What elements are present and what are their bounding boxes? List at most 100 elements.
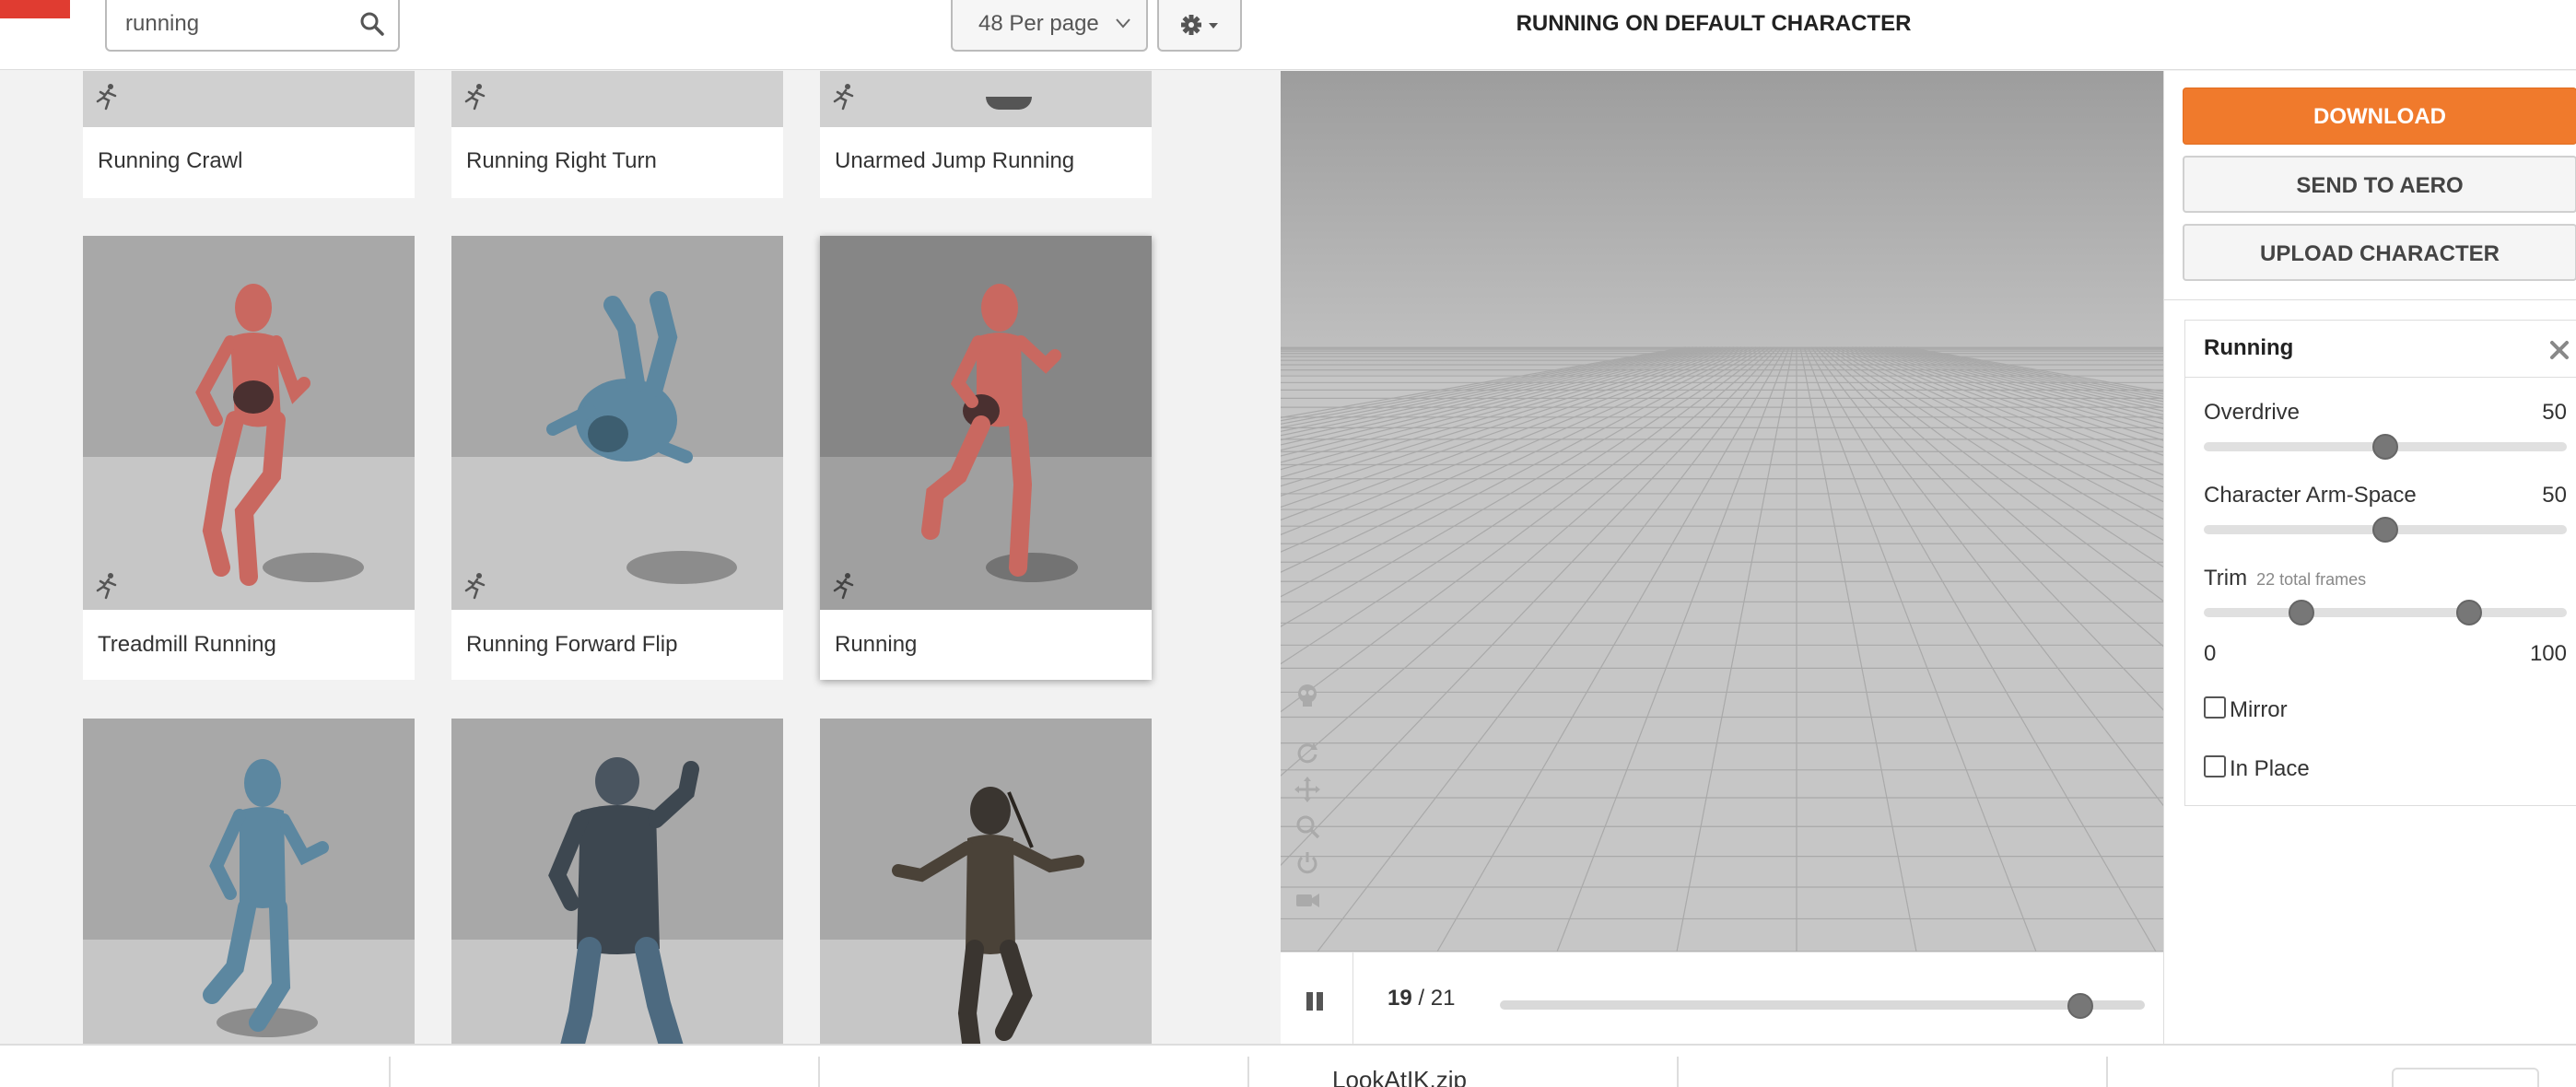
download-divider: [389, 1057, 391, 1087]
animation-card[interactable]: [83, 719, 415, 1044]
search-input[interactable]: [125, 7, 346, 41]
card-label: Running Forward Flip: [466, 632, 678, 657]
running-icon: [96, 84, 117, 111]
search-icon[interactable]: [359, 11, 385, 37]
card-thumbnail: [820, 71, 1152, 127]
total-frames: 21: [1430, 986, 1456, 1011]
camera-icon[interactable]: [1294, 886, 1321, 914]
card-label: Treadmill Running: [98, 632, 276, 657]
mirror-checkbox[interactable]: Mirror: [2204, 696, 2288, 723]
gear-icon: [1181, 15, 1218, 35]
mirror-label: Mirror: [2230, 697, 2288, 722]
timeline-scrubber[interactable]: [1500, 993, 2145, 1019]
card-thumbnail: [451, 719, 783, 1044]
download-divider: [1247, 1057, 1249, 1087]
running-icon: [464, 84, 486, 111]
download-divider: [1677, 1057, 1679, 1087]
close-icon[interactable]: [2548, 339, 2570, 361]
animation-card[interactable]: Running Forward Flip: [451, 236, 783, 680]
download-file-name[interactable]: LookAtIK.zip: [1332, 1066, 1467, 1087]
animation-card[interactable]: Unarmed Jump Running: [820, 71, 1152, 198]
trim-end-handle[interactable]: [2455, 600, 2482, 625]
character-figure: [921, 284, 1078, 582]
card-thumbnail: [451, 71, 783, 127]
trim-start-handle[interactable]: [2289, 600, 2315, 625]
animation-card[interactable]: [820, 719, 1152, 1044]
animation-card[interactable]: [451, 719, 783, 1044]
trim-frames-note: 22 total frames: [2256, 570, 2367, 589]
overdrive-handle[interactable]: [2372, 434, 2398, 460]
pause-icon[interactable]: [1301, 988, 1329, 1015]
upload-character-button[interactable]: UPLOAD CHARACTER: [2183, 224, 2576, 281]
reset-rotation-icon[interactable]: [1294, 739, 1321, 766]
trim-label-text: Trim: [2204, 566, 2248, 590]
animation-title: Running: [2204, 335, 2294, 360]
per-page-select[interactable]: 48 Per page: [951, 0, 1148, 52]
download-divider: [2106, 1057, 2108, 1087]
card-thumbnail: [820, 719, 1152, 1044]
running-icon: [464, 573, 486, 600]
right-panel: DOWNLOAD SEND TO AERO UPLOAD CHARACTER R…: [2163, 71, 2576, 1044]
viewport-scene: [1281, 71, 2163, 952]
running-icon: [833, 84, 854, 111]
send-to-aero-button[interactable]: SEND TO AERO: [2183, 156, 2576, 213]
playbar-divider: [1352, 953, 1353, 1045]
skeleton-icon[interactable]: [1294, 682, 1321, 709]
animation-settings-panel: Running Overdrive 50 Character Arm-Space…: [2184, 320, 2576, 806]
character-figure: [546, 291, 737, 584]
card-thumbnail: [83, 719, 415, 1044]
frame-counter: 19 / 21: [1388, 986, 1456, 1011]
zoom-icon[interactable]: [1294, 812, 1321, 840]
card-label: Unarmed Jump Running: [835, 148, 1075, 173]
animation-card-selected[interactable]: Running: [820, 236, 1152, 680]
in-place-label: In Place: [2230, 756, 2310, 781]
character-figure: [892, 787, 1084, 1044]
top-bar: 48 Per page: [0, 0, 1281, 70]
card-thumbnail: [451, 236, 783, 610]
current-frame: 19: [1388, 986, 1412, 1011]
running-icon: [833, 573, 854, 600]
preview-header: RUNNING ON DEFAULT CHARACTER: [1281, 0, 2576, 70]
running-icon: [96, 573, 117, 600]
card-label: Running Right Turn: [466, 148, 657, 173]
downloads-bar: LookAtIK.zip: [0, 1044, 2576, 1087]
card-thumbnail: [83, 71, 415, 127]
overdrive-value: 50: [2542, 400, 2567, 425]
card-label: Running Crawl: [98, 148, 243, 173]
trim-max: 100: [2529, 641, 2567, 666]
trim-slider[interactable]: [2204, 600, 2567, 625]
download-button[interactable]: DOWNLOAD: [2183, 88, 2576, 145]
search-box[interactable]: [105, 0, 400, 52]
animation-card[interactable]: Running Crawl: [83, 71, 415, 198]
pan-move-icon[interactable]: [1294, 776, 1321, 803]
3d-viewport[interactable]: [1281, 71, 2163, 952]
in-place-checkbox[interactable]: In Place: [2204, 755, 2310, 782]
overdrive-slider[interactable]: [2204, 434, 2567, 460]
timeline-handle[interactable]: [2067, 993, 2093, 1019]
animation-card[interactable]: Running Right Turn: [451, 71, 783, 198]
mirror-checkbox-box[interactable]: [2204, 696, 2226, 719]
playback-bar: 19 / 21: [1281, 952, 2163, 1045]
panel-divider: [2164, 299, 2576, 300]
power-icon[interactable]: [1294, 849, 1321, 877]
arm-space-slider[interactable]: [2204, 517, 2567, 543]
panel-header: Running: [2185, 321, 2576, 378]
settings-dropdown[interactable]: [1157, 0, 1242, 52]
in-place-checkbox-box[interactable]: [2204, 755, 2226, 777]
trim-label: Trim 22 total frames: [2204, 566, 2366, 591]
preview-title: RUNNING ON DEFAULT CHARACTER: [1516, 11, 1912, 36]
character-figure: [548, 757, 699, 1044]
arm-space-handle[interactable]: [2372, 517, 2398, 543]
overdrive-label: Overdrive: [2204, 400, 2301, 425]
animation-card[interactable]: Treadmill Running: [83, 236, 415, 680]
arm-space-value: 50: [2542, 483, 2567, 508]
app: 48 Per page Running Crawl: [0, 0, 2576, 1087]
card-label: Running: [835, 632, 918, 657]
chevron-down-icon: [1116, 18, 1130, 29]
download-divider: [818, 1057, 820, 1087]
card-thumbnail: [83, 236, 415, 610]
show-all-downloads-button[interactable]: [2392, 1068, 2539, 1087]
brand-tab[interactable]: [0, 0, 70, 18]
character-figure: [203, 759, 329, 1037]
animation-grid: Running Crawl Running Right Turn Unarmed…: [0, 71, 1281, 1044]
